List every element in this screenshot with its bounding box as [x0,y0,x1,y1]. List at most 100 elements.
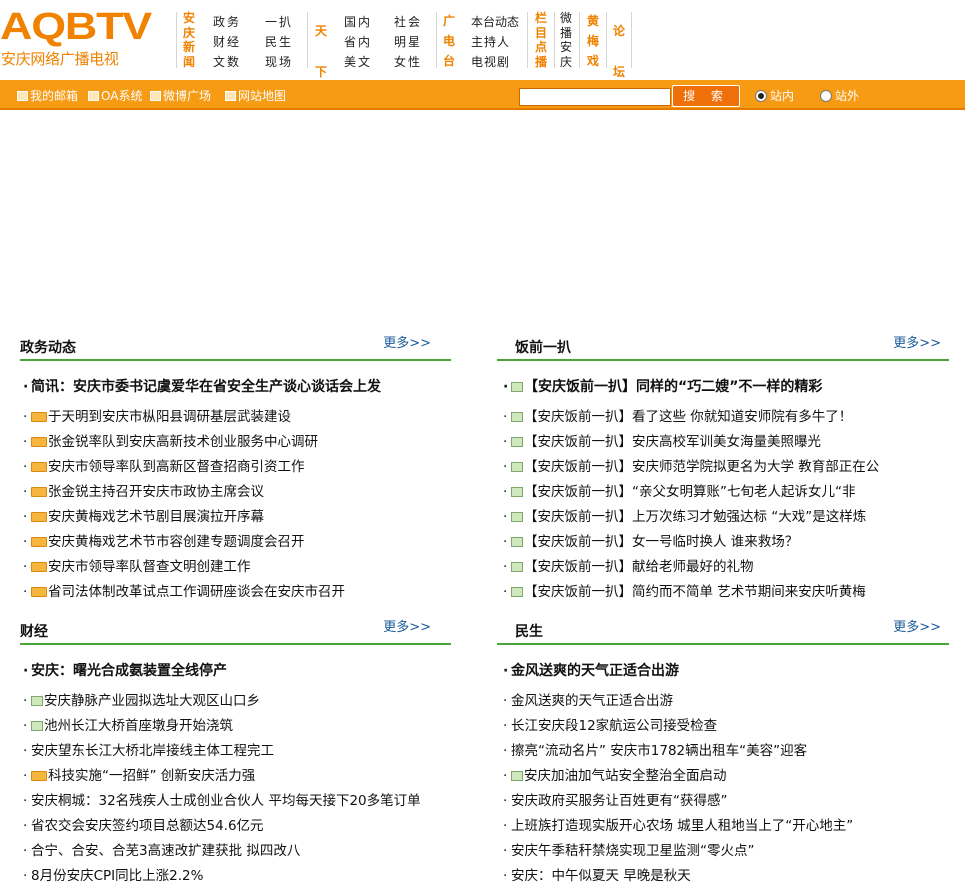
news-icon [31,587,47,597]
nav-head-lanmu[interactable]: 栏目点播 [533,11,549,69]
panel-headline[interactable]: · 安庆：曙光合成氨装置全线停产 [23,662,227,680]
list-item[interactable]: · 上班族打造现实版开心农场 城里人租地当上了“开心地主” [503,818,933,843]
nav-link-bentai[interactable]: 本台动态 [471,12,519,32]
more-link[interactable]: 更多>> [383,619,431,637]
more-link[interactable]: 更多>> [893,335,941,353]
news-list: · 于天明到安庆市枞阳县调研基层武装建设 · 张金锐率队到安庆高新技术创业服务中心调… [23,409,453,609]
image-icon [511,771,523,781]
panel-title: 政务动态 [20,340,76,356]
list-item[interactable]: · 安庆望东长江大桥北岸接线主体工程完工 [23,743,453,768]
list-item[interactable]: · 安庆加油加气站安全整治全面启动 [503,768,933,793]
oa-link[interactable]: OA系统 [88,89,142,103]
news-icon [31,437,47,447]
list-item[interactable]: · 【安庆饭前一扒】安庆师范学院拟更名为大学 教育部正在公 [503,459,933,484]
logo-mark: AQBTV [0,6,152,48]
list-item[interactable]: · 张金锐主持召开安庆市政协主席会议 [23,484,453,509]
search-button[interactable]: 搜 索 [672,85,740,107]
nav-link-zhengwu[interactable]: 政务 [213,12,241,32]
nav-link-minsheng[interactable]: 民生 [265,32,293,52]
nav-link-mingxing[interactable]: 明星 [394,32,422,52]
list-item[interactable]: · 安庆静脉产业园拟选址大观区山口乡 [23,693,453,718]
nav-link-wenshu[interactable]: 文数 [213,52,241,72]
radio-inside[interactable] [755,90,767,102]
item-text: 安庆市领导率队督查文明创建工作 [48,559,251,575]
list-item[interactable]: · 【安庆饭前一扒】“亲父女明算账”七旬老人起诉女儿“非 [503,484,933,509]
nav-head-anqing-news[interactable]: 安庆新闻 [181,11,197,69]
nav-link-xianchang[interactable]: 现场 [265,52,293,72]
item-text: 合宁、合安、合芜3高速改扩建获批 拟四改八 [31,843,301,859]
item-text: 安庆望东长江大桥北岸接线主体工程完工 [31,743,274,759]
weibo-link[interactable]: 微博广场 [150,89,211,103]
list-item[interactable]: · 于天明到安庆市枞阳县调研基层武装建设 [23,409,453,434]
item-text: 安庆政府买服务让百姓更有“获得感” [511,793,728,809]
list-item[interactable]: · 长江安庆段12家航运公司接受检查 [503,718,933,743]
list-item[interactable]: · 【安庆饭前一扒】上万次练习才勉强达标 “大戏”是这样炼 [503,509,933,534]
item-text: 【安庆饭前一扒】安庆师范学院拟更名为大学 教育部正在公 [524,459,880,475]
list-item[interactable]: · 安庆：中午似夏天 早晚是秋天 [503,868,933,885]
list-item[interactable]: · 张金锐率队到安庆高新技术创业服务中心调研 [23,434,453,459]
nav-link-nvxing[interactable]: 女性 [394,52,422,72]
list-item[interactable]: · 安庆午季秸秆禁烧实现卫星监测“零火点” [503,843,933,868]
list-item[interactable]: · 擦亮“流动名片” 安庆市1782辆出租车“美容”迎客 [503,743,933,768]
nav-link-zhuchiren[interactable]: 主持人 [471,32,519,52]
panel-headline[interactable]: · 【安庆饭前一扒】同样的“巧二嫂”不一样的精彩 [503,378,822,396]
list-item[interactable]: · 【安庆饭前一扒】献给老师最好的礼物 [503,559,933,584]
list-item[interactable]: · 【安庆饭前一扒】女一号临时换人 谁来救场？ [503,534,933,559]
list-item[interactable]: · 安庆市领导率队督查文明创建工作 [23,559,453,584]
sitemap-link[interactable]: 网站地图 [225,89,286,103]
nav-divider [527,12,528,68]
panel-divider [20,359,451,361]
panel-divider [497,643,949,645]
nav-links-anqing-2: 一扒 民生 现场 [265,12,293,72]
panel-title: 饭前一扒 [515,340,571,356]
radio-outside[interactable] [820,90,832,102]
news-icon [31,412,47,422]
item-text: 安庆加油加气站安全整治全面启动 [524,768,727,784]
nav-link-meiwen[interactable]: 美文 [344,52,372,72]
mail-link[interactable]: 我的邮箱 [17,89,78,103]
item-text: 安庆桐城：32名残疾人士成创业合伙人 平均每天接下20多笔订单 [31,793,421,809]
news-icon [31,771,47,781]
item-text: 8月份安庆CPI同比上涨2.2% [31,868,204,884]
more-link[interactable]: 更多>> [383,335,431,353]
nav-link-shehui[interactable]: 社会 [394,12,422,32]
list-item[interactable]: · 池州长江大桥首座墩身开始浇筑 [23,718,453,743]
panel-title: 财经 [20,624,48,640]
search-input[interactable] [519,88,671,106]
panel-title: 民生 [515,624,543,640]
list-item[interactable]: · 省司法体制改革试点工作调研座谈会在安庆市召开 [23,584,453,609]
more-link[interactable]: 更多>> [893,619,941,637]
item-text: 上班族打造现实版开心农场 城里人租地当上了“开心地主” [511,818,854,834]
panel-headline[interactable]: · 简讯：安庆市委书记虞爱华在省安全生产谈心谈话会上发 [23,378,381,396]
nav-divider [579,12,580,68]
nav-link-dianshiju[interactable]: 电视剧 [471,52,519,72]
item-text: 安庆黄梅戏艺术节市容创建专题调度会召开 [48,534,305,550]
nav-link-shengnei[interactable]: 省内 [344,32,372,52]
site-logo[interactable]: AQBTV 安庆网络广播电视 [0,8,162,72]
list-item[interactable]: · 科技实施“一招鲜” 创新安庆活力强 [23,768,453,793]
item-text: 科技实施“一招鲜” 创新安庆活力强 [48,768,256,784]
nav-head-guangdiantai[interactable]: 广电台 [441,11,457,71]
list-item[interactable]: · 安庆桐城：32名残疾人士成创业合伙人 平均每天接下20多笔订单 [23,793,453,818]
item-text: 【安庆饭前一扒】简约而不简单 艺术节期间来安庆听黄梅 [524,584,866,600]
nav-head-huangmeixi[interactable]: 黄梅戏 [585,11,601,71]
item-text: 安庆静脉产业园拟选址大观区山口乡 [44,693,260,709]
nav-link-guonei[interactable]: 国内 [344,12,372,32]
nav-link-yiba[interactable]: 一扒 [265,12,293,32]
nav-link-caijing[interactable]: 财经 [213,32,241,52]
nav-head-weibo[interactable]: 微播安庆 [558,11,574,69]
list-item[interactable]: · 金风送爽的天气正适合出游 [503,693,933,718]
list-item[interactable]: · 安庆政府买服务让百姓更有“获得感” [503,793,933,818]
list-item[interactable]: · 省农交会安庆签约项目总额达54.6亿元 [23,818,453,843]
panel-headline[interactable]: · 金风送爽的天气正适合出游 [503,662,679,680]
list-item[interactable]: · 【安庆饭前一扒】简约而不简单 艺术节期间来安庆听黄梅 [503,584,933,609]
image-icon [511,512,523,522]
list-item[interactable]: · 【安庆饭前一扒】看了这些 你就知道安师院有多牛了！ [503,409,933,434]
list-item[interactable]: · 8月份安庆CPI同比上涨2.2% [23,868,453,885]
list-item[interactable]: · 安庆黄梅戏艺术节剧目展演拉开序幕 [23,509,453,534]
list-item[interactable]: · 【安庆饭前一扒】安庆高校军训美女海量美照曝光 [503,434,933,459]
list-item[interactable]: · 合宁、合安、合芜3高速改扩建获批 拟四改八 [23,843,453,868]
nav-divider [436,12,437,68]
list-item[interactable]: · 安庆黄梅戏艺术节市容创建专题调度会召开 [23,534,453,559]
list-item[interactable]: · 安庆市领导率队到高新区督查招商引资工作 [23,459,453,484]
